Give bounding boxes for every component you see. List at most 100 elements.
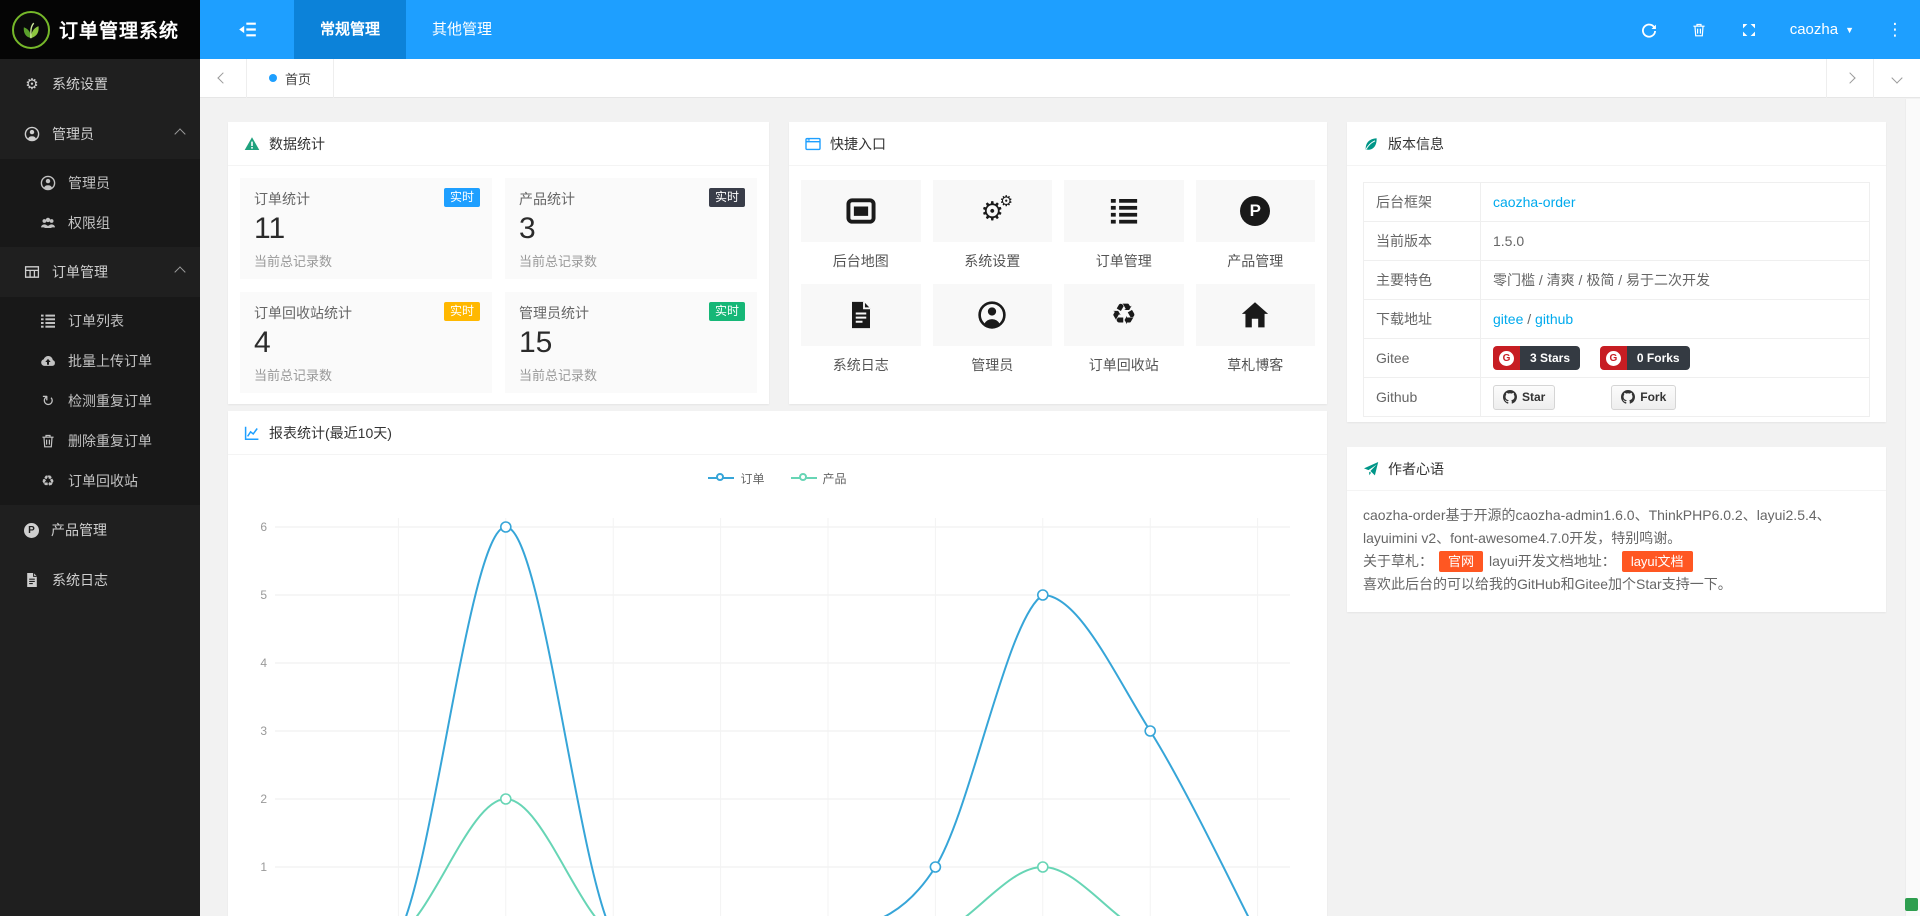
- quick-tile-system-settings[interactable]: ⚙⚙ 系统设置: [933, 180, 1053, 271]
- sidebar-item-admin-user[interactable]: 管理员: [0, 163, 200, 203]
- stat-card-admins: 管理员统计 15 当前总记录数 实时: [505, 292, 757, 393]
- sidebar-item-admin[interactable]: 管理员: [0, 109, 200, 159]
- stat-card-orders: 订单统计 11 当前总记录数 实时: [240, 178, 492, 279]
- topbar: 常规管理 其他管理 caozha ▼ ⋮: [200, 0, 1920, 59]
- sidebar-item-order-management[interactable]: 订单管理: [0, 247, 200, 297]
- gitee-logo-icon: G: [1493, 346, 1520, 370]
- quick-tile-product-management[interactable]: P 产品管理: [1196, 180, 1316, 271]
- gitee-link[interactable]: gitee: [1493, 311, 1523, 327]
- gitee-forks-badge[interactable]: G 0 Forks: [1600, 346, 1690, 370]
- topnav-tab-other[interactable]: 其他管理: [406, 0, 518, 59]
- panel-title: 数据统计: [269, 134, 325, 154]
- quick-tile-order-management[interactable]: 订单管理: [1064, 180, 1184, 271]
- row-value: 1.5.0: [1481, 222, 1870, 261]
- home-icon: [1240, 300, 1270, 330]
- panel-header: 数据统计: [228, 122, 769, 166]
- caret-down-icon: ▼: [1845, 25, 1854, 35]
- quick-tile-system-log[interactable]: 系统日志: [801, 284, 921, 375]
- sidebar-item-system-log[interactable]: 系统日志: [0, 555, 200, 605]
- app-title: 订单管理系统: [59, 16, 179, 43]
- stat-card-order-recycle: 订单回收站统计 4 当前总记录数 实时: [240, 292, 492, 393]
- tab-scroll-left-button[interactable]: [200, 59, 247, 98]
- chevron-up-icon: [174, 266, 185, 277]
- quick-tile-backend-map[interactable]: 后台地图: [801, 180, 921, 271]
- stat-value: 11: [254, 212, 478, 246]
- github-fork-button[interactable]: Fork: [1611, 385, 1676, 410]
- chart-area: 123456: [228, 488, 1327, 916]
- legend-label: 订单: [740, 470, 764, 487]
- sidebar: 订单管理系统 ⚙ 系统设置 管理员 管理员 权限组 订单管理: [0, 0, 200, 916]
- sidebar-item-label: 订单回收站: [68, 471, 138, 491]
- author-line: 喜欢此后台的可以给我的GitHub和Gitee加个Star支持一下。: [1363, 573, 1870, 596]
- svg-text:1: 1: [260, 860, 267, 874]
- chevron-up-icon: [174, 128, 185, 139]
- legend-item-products[interactable]: 产品: [791, 470, 847, 487]
- topnav-tab-regular[interactable]: 常规管理: [294, 0, 406, 59]
- sidebar-item-label: 管理员: [68, 173, 110, 193]
- panel-author-words: 作者心语 caozha-order基于开源的caozha-admin1.6.0、…: [1347, 447, 1886, 612]
- button-label: Star: [1522, 390, 1545, 404]
- sidebar-item-delete-duplicate-orders[interactable]: 删除重复订单: [0, 421, 200, 461]
- github-star-button[interactable]: Star: [1493, 385, 1555, 410]
- row-label: 主要特色: [1364, 261, 1481, 300]
- github-link[interactable]: github: [1535, 311, 1573, 327]
- sidebar-item-order-list[interactable]: 订单列表: [0, 301, 200, 341]
- tile-label: 订单回收站: [1064, 355, 1184, 375]
- more-options-button[interactable]: ⋮: [1870, 0, 1920, 59]
- chevron-left-icon: [217, 72, 228, 83]
- sidebar-item-permission-group[interactable]: 权限组: [0, 203, 200, 243]
- browser-window-icon: [805, 136, 821, 152]
- layui-docs-button[interactable]: layui文档: [1622, 551, 1693, 572]
- author-line-text: layui开发文档地址：: [1489, 553, 1616, 569]
- stat-card-products: 产品统计 3 当前总记录数 实时: [505, 178, 757, 279]
- sidebar-item-system-settings[interactable]: ⚙ 系统设置: [0, 59, 200, 109]
- row-label: Github: [1364, 378, 1481, 417]
- sidebar-item-product-management[interactable]: P 产品管理: [0, 505, 200, 555]
- panel-header: 作者心语: [1347, 447, 1886, 491]
- panel-header: 版本信息: [1347, 122, 1886, 166]
- list-icon: [40, 313, 56, 329]
- link-separator: /: [1523, 311, 1535, 327]
- legend-item-orders[interactable]: 订单: [708, 470, 764, 487]
- clear-cache-button[interactable]: [1674, 0, 1724, 59]
- scrollbar-track[interactable]: [1905, 99, 1920, 916]
- floating-widget[interactable]: [1905, 898, 1918, 911]
- panel-title: 作者心语: [1388, 459, 1444, 479]
- quick-tile-admin[interactable]: 管理员: [933, 284, 1053, 375]
- sidebar-item-label: 系统设置: [52, 74, 108, 94]
- sidebar-item-label: 订单管理: [52, 262, 108, 282]
- warning-triangle-icon: [244, 136, 260, 152]
- status-badge: 实时: [709, 302, 745, 321]
- sidebar-item-detect-duplicate-orders[interactable]: ↻ 检测重复订单: [0, 381, 200, 421]
- trash-icon: [40, 433, 56, 449]
- table-row: Gitee G 3 Stars G 0 Forks: [1364, 339, 1870, 378]
- sidebar-item-order-recycle-bin[interactable]: ♻ 订单回收站: [0, 461, 200, 501]
- gitee-logo-icon: G: [1600, 346, 1627, 370]
- refresh-button[interactable]: [1624, 0, 1674, 59]
- gitee-stars-badge[interactable]: G 3 Stars: [1493, 346, 1580, 370]
- panel-data-stats: 数据统计 订单统计 11 当前总记录数 实时 产品统计 3 当前总记录数 实时 …: [228, 122, 769, 404]
- stat-sublabel: 当前总记录数: [519, 365, 743, 384]
- status-badge: 实时: [444, 302, 480, 321]
- user-dropdown[interactable]: caozha ▼: [1774, 0, 1870, 59]
- menu-fold-button[interactable]: [200, 0, 294, 59]
- legend-marker: [791, 477, 817, 479]
- author-line-text: 关于草札：: [1363, 553, 1433, 569]
- sidebar-nav: ⚙ 系统设置 管理员 管理员 权限组 订单管理: [0, 59, 200, 605]
- github-icon: [1503, 390, 1517, 404]
- tab-scroll-right-button[interactable]: [1826, 59, 1873, 98]
- quick-tile-caozha-blog[interactable]: 草札博客: [1196, 284, 1316, 375]
- legend-label: 产品: [823, 470, 847, 487]
- author-line: 关于草札： 官网 layui开发文档地址： layui文档: [1363, 550, 1870, 573]
- table-icon: [24, 264, 40, 280]
- product-p-icon: P: [24, 523, 39, 538]
- framework-link[interactable]: caozha-order: [1493, 194, 1576, 210]
- tab-home[interactable]: 首页: [247, 59, 334, 98]
- tab-operations-button[interactable]: [1873, 59, 1920, 98]
- official-site-button[interactable]: 官网: [1439, 551, 1483, 572]
- badge-text: 0 Forks: [1627, 346, 1690, 370]
- quick-tile-order-recycle-bin[interactable]: ♻ 订单回收站: [1064, 284, 1184, 375]
- sidebar-item-batch-upload-orders[interactable]: 批量上传订单: [0, 341, 200, 381]
- panel-title: 版本信息: [1388, 134, 1444, 154]
- fullscreen-button[interactable]: [1724, 0, 1774, 59]
